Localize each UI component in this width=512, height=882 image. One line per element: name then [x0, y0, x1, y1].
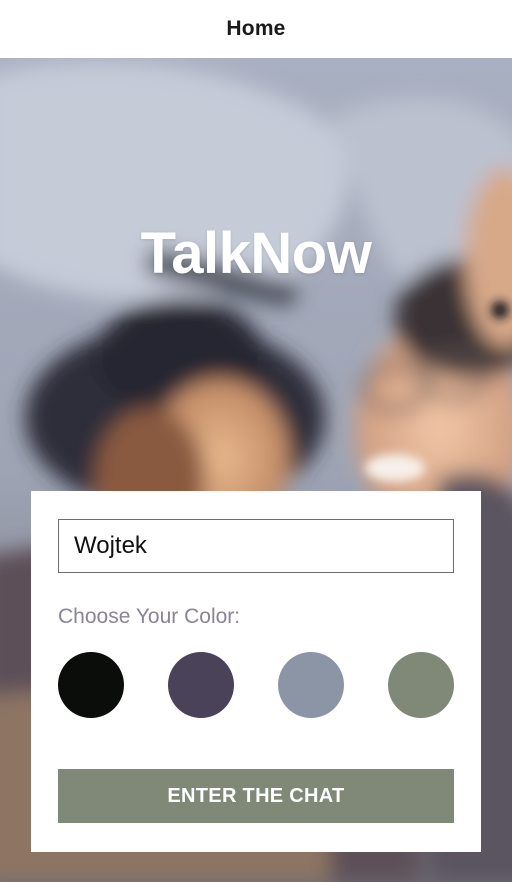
enter-chat-button[interactable]: ENTER THE CHAT [58, 769, 454, 823]
color-swatch-gray-blue[interactable] [278, 652, 344, 718]
navigation-bar: Home [0, 0, 512, 58]
nav-title: Home [226, 17, 286, 40]
color-swatch-purple[interactable] [168, 652, 234, 718]
app-title: TalkNow [140, 221, 372, 286]
name-input[interactable] [58, 519, 454, 573]
choose-color-label: Choose Your Color: [58, 605, 241, 628]
color-swatch-green[interactable] [388, 652, 454, 718]
login-card: Choose Your Color: ENTER THE CHAT [31, 491, 481, 852]
app-screen: Home TalkNow Wojtek Choose Your Color: E… [0, 0, 512, 882]
color-swatch-black[interactable] [58, 652, 124, 718]
